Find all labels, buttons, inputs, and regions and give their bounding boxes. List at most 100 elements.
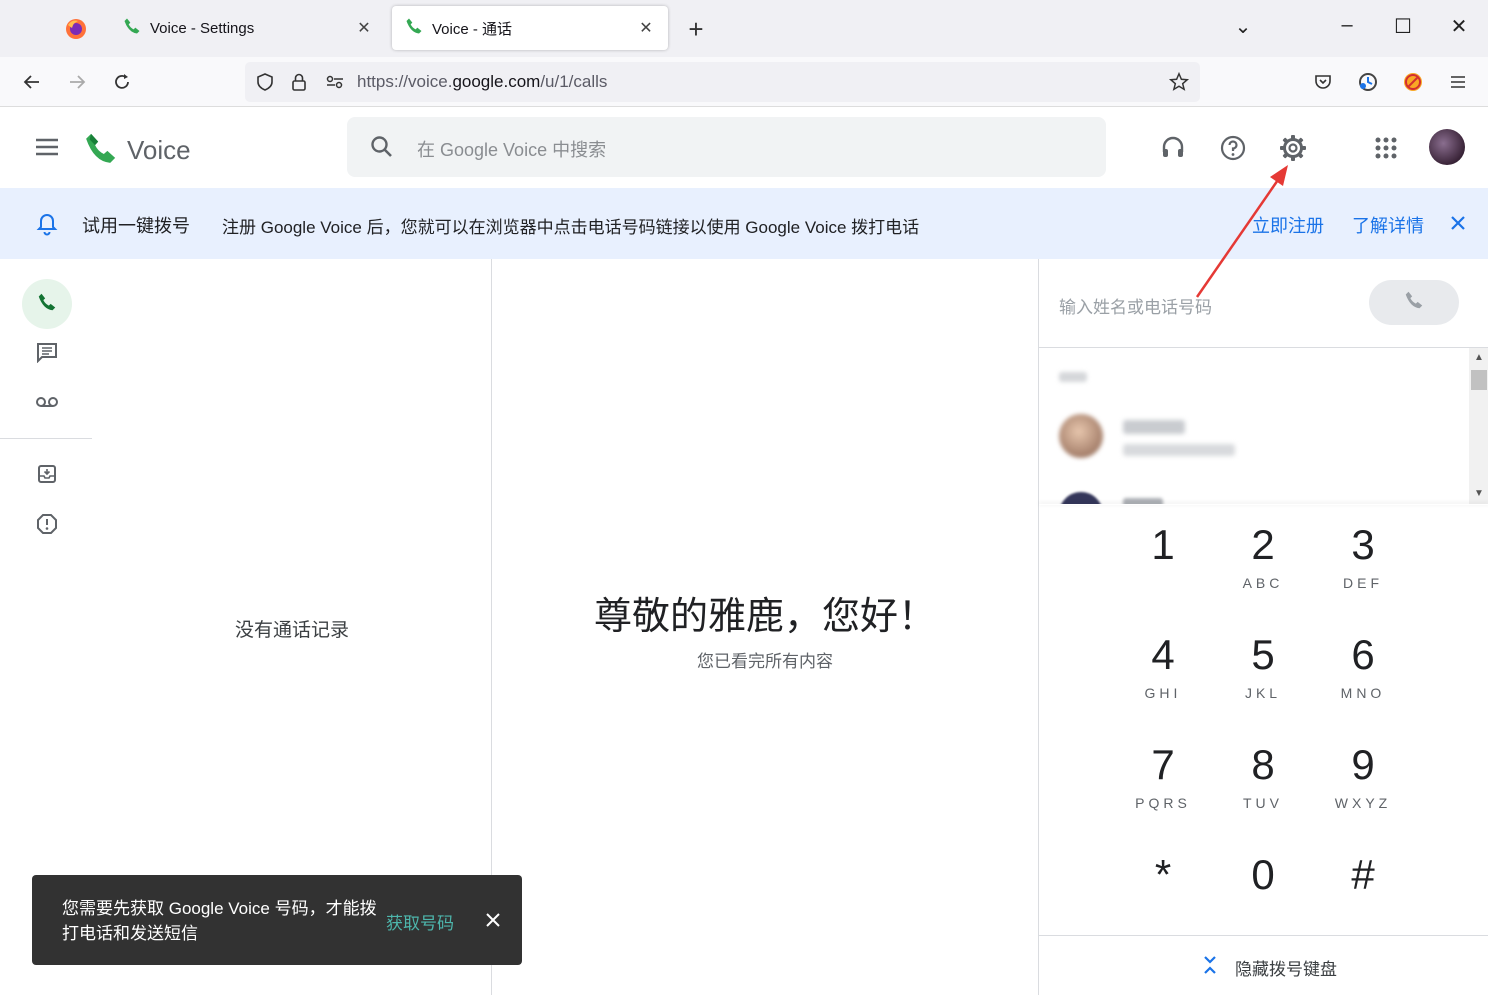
dial-key-star[interactable]: * (1113, 851, 1213, 921)
url-text[interactable]: https://voice.google.com/u/1/calls (357, 72, 607, 92)
greeting-title: 尊敬的雅鹿，您好！ (593, 596, 936, 638)
close-tab-icon[interactable]: ✕ (636, 18, 656, 38)
signup-link[interactable]: 立即注册 (1252, 212, 1324, 238)
close-window-icon[interactable]: ✕ (1444, 14, 1474, 39)
dial-key-hash[interactable]: # (1313, 851, 1413, 921)
scroll-thumb[interactable] (1471, 370, 1487, 390)
google-voice-tab-icon (404, 16, 424, 40)
key-digit: 7 (1151, 741, 1175, 788)
key-letters (1113, 575, 1213, 591)
contact-avatar (1059, 492, 1103, 504)
tab-list-chevron-icon[interactable]: ⌄ (1228, 14, 1258, 39)
dial-key-0[interactable]: 0 (1213, 851, 1313, 921)
dial-call-button[interactable] (1369, 280, 1459, 325)
key-letters: JKL (1244, 685, 1282, 701)
forward-arrow-icon[interactable] (62, 67, 92, 97)
phone-icon (1403, 289, 1425, 316)
extension-clock-icon[interactable] (1353, 67, 1383, 97)
app-menu-icon[interactable] (1443, 67, 1473, 97)
close-banner-icon[interactable] (1448, 213, 1468, 238)
dialer-panel: 输入姓名或电话号码 ▲ ▼ 1 2 ABC 3 DEF 4 GHI 5 JKL 6 MNO… (1038, 259, 1488, 995)
learn-more-link[interactable]: 了解详情 (1352, 212, 1424, 238)
nav-messages[interactable] (22, 329, 72, 379)
toast-message: 您需要先获取 Google Voice 号码，才能拨打电话和发送短信 (62, 899, 377, 943)
key-letters: ABC (1242, 575, 1284, 591)
bookmark-star-icon[interactable] (1168, 71, 1190, 98)
collapse-chevron-icon (1199, 953, 1221, 982)
dial-key-4[interactable]: 4 GHI (1113, 631, 1213, 701)
nav-calls[interactable] (22, 279, 72, 329)
search-bar[interactable]: 在 Google Voice 中搜索 (347, 117, 1106, 177)
close-toast-icon[interactable] (484, 911, 502, 934)
banner-text: 注册 Google Voice 后，您就可以在浏览器中点击电话号码链接以使用 G… (222, 218, 920, 237)
dial-key-1[interactable]: 1 (1113, 521, 1213, 591)
contact-name (1123, 420, 1185, 434)
dial-key-3[interactable]: 3 DEF (1313, 521, 1413, 591)
pocket-icon[interactable] (1308, 67, 1338, 97)
keypad-shadow (1039, 504, 1488, 505)
key-letters: WXYZ (1334, 795, 1392, 811)
settings-gear-icon[interactable] (1276, 131, 1310, 165)
voice-logo[interactable]: Voice (84, 131, 191, 170)
new-tab-button[interactable]: + (684, 14, 708, 45)
lock-icon[interactable] (290, 72, 308, 97)
key-letters: PQRS (1135, 795, 1191, 811)
tab-voice-settings[interactable]: Voice - Settings ✕ (110, 6, 386, 50)
app-name: Voice (127, 135, 191, 165)
scroll-up-arrow-icon[interactable]: ▲ (1474, 352, 1484, 363)
key-digit: 9 (1351, 741, 1375, 788)
headset-support-icon[interactable] (1156, 131, 1190, 165)
dial-key-2[interactable]: 2 ABC (1213, 521, 1313, 591)
extension-blocker-icon[interactable] (1398, 67, 1428, 97)
key-letters: TUV (1243, 795, 1283, 811)
spam-alert-icon (36, 513, 58, 540)
reload-icon[interactable] (107, 67, 137, 97)
search-icon (369, 134, 395, 165)
empty-calls-text: 没有通话记录 (234, 620, 349, 641)
contact-avatar (1059, 414, 1103, 458)
google-voice-logo-icon (84, 131, 118, 170)
avatar[interactable] (1429, 129, 1465, 165)
tab-label: Voice - Settings (150, 19, 255, 37)
dial-key-9[interactable]: 9 WXYZ (1313, 741, 1413, 811)
nav-spam[interactable] (22, 501, 72, 551)
tab-voice-calls[interactable]: Voice - 通话 ✕ (392, 6, 668, 50)
tab-label: Voice - 通话 (432, 20, 513, 38)
firefox-icon[interactable] (64, 17, 88, 41)
bell-icon (36, 212, 58, 241)
click-to-call-banner: 试用一键拨号 注册 Google Voice 后，您就可以在浏览器中点击电话号码… (0, 188, 1488, 259)
key-letters: DEF (1343, 575, 1383, 591)
nav-voicemail[interactable] (22, 379, 72, 429)
back-arrow-icon[interactable] (17, 67, 47, 97)
contact-number (1123, 444, 1235, 456)
nav-archive[interactable] (22, 451, 72, 501)
close-tab-icon[interactable]: ✕ (354, 18, 374, 38)
key-digit: # (1351, 851, 1375, 898)
get-number-button[interactable]: 获取号码 (386, 909, 454, 934)
apps-grid-icon[interactable] (1369, 131, 1403, 165)
url-bar[interactable]: https://voice.google.com/u/1/calls (245, 62, 1200, 102)
banner-title: 试用一键拨号 (82, 216, 190, 236)
dial-key-6[interactable]: 6 MNO (1313, 631, 1413, 701)
dial-key-5[interactable]: 5 JKL (1213, 631, 1313, 701)
contact-suggestions[interactable] (1039, 348, 1469, 504)
key-letters (1313, 905, 1413, 921)
dial-key-7[interactable]: 7 PQRS (1113, 741, 1213, 811)
shield-icon[interactable] (255, 72, 275, 97)
key-digit: 0 (1251, 851, 1275, 898)
permissions-icon[interactable] (324, 72, 346, 97)
search-input[interactable]: 在 Google Voice 中搜索 (417, 136, 606, 162)
suggestion-header (1059, 372, 1087, 382)
hide-keypad-button[interactable]: 隐藏拨号键盘 (1199, 953, 1337, 982)
scroll-down-arrow-icon[interactable]: ▼ (1474, 488, 1484, 499)
key-letters: MNO (1340, 685, 1386, 701)
key-letters (1113, 905, 1213, 921)
dial-input[interactable]: 输入姓名或电话号码 (1059, 293, 1212, 318)
minimize-icon[interactable]: – (1332, 14, 1362, 37)
main-menu-icon[interactable] (34, 137, 60, 162)
help-icon[interactable] (1216, 131, 1250, 165)
hide-keypad-label: 隐藏拨号键盘 (1235, 960, 1337, 979)
maximize-icon[interactable]: ☐ (1388, 14, 1418, 39)
dial-key-8[interactable]: 8 TUV (1213, 741, 1313, 811)
suggestions-scrollbar[interactable]: ▲ ▼ (1469, 348, 1488, 504)
